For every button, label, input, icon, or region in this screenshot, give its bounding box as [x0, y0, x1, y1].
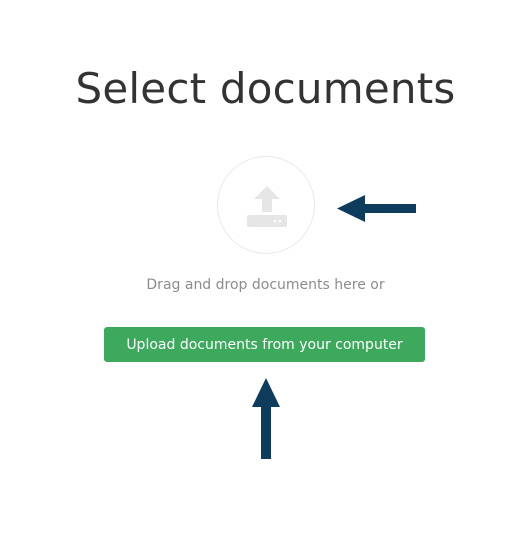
drop-zone[interactable] — [217, 156, 315, 254]
pointer-arrow-up-icon — [252, 378, 280, 459]
pointer-arrow-left-icon — [337, 195, 416, 222]
page: Select documents Drag and drop documents… — [0, 0, 531, 535]
page-title: Select documents — [75, 64, 456, 113]
upload-documents-button[interactable]: Upload documents from your computer — [104, 327, 425, 362]
drag-drop-hint: Drag and drop documents here or — [146, 277, 385, 293]
upload-icon — [247, 186, 287, 227]
